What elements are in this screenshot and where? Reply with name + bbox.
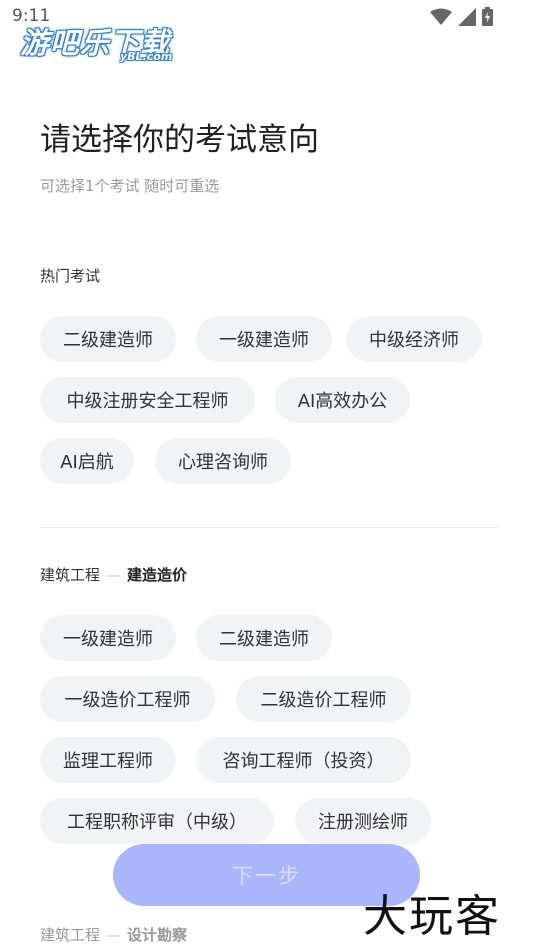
exam-chip-hot-3[interactable]: 中级注册安全工程师 bbox=[40, 377, 255, 423]
section-subcategory: 设计勘察 bbox=[127, 926, 188, 944]
watermark-logo-sub: yBL.com bbox=[120, 50, 173, 63]
exam-chip-hot-4[interactable]: AI高效办公 bbox=[275, 377, 410, 423]
section-category: 建筑工程 bbox=[40, 566, 101, 584]
section-separator: — bbox=[106, 926, 122, 944]
exam-chip-cost-5[interactable]: 咨询工程师（投资） bbox=[196, 737, 411, 783]
status-icons bbox=[430, 7, 493, 26]
exam-chip-cost-2[interactable]: 一级造价工程师 bbox=[40, 676, 215, 722]
exam-chip-cost-6[interactable]: 工程职称评审（中级） bbox=[40, 798, 274, 844]
section-title-hot-label: 热门考试 bbox=[40, 267, 101, 285]
section-divider bbox=[40, 527, 500, 528]
exam-chip-hot-2[interactable]: 中级经济师 bbox=[346, 316, 482, 362]
exam-chip-hot-5[interactable]: AI启航 bbox=[40, 438, 134, 484]
watermark-bottom-text: 大玩客 bbox=[363, 891, 501, 942]
exam-chip-cost-0[interactable]: 一级建造师 bbox=[40, 615, 176, 661]
wifi-icon bbox=[430, 8, 452, 26]
exam-chip-cost-4[interactable]: 监理工程师 bbox=[40, 737, 176, 783]
section-category: 建筑工程 bbox=[40, 926, 101, 944]
section-separator: — bbox=[106, 566, 122, 584]
battery-icon bbox=[482, 7, 493, 26]
section-title-construction-design: 建筑工程 — 设计勘察 bbox=[40, 924, 187, 945]
section-subcategory: 建造造价 bbox=[127, 566, 188, 584]
exam-chip-hot-6[interactable]: 心理咨询师 bbox=[155, 438, 291, 484]
section-title-construction-cost: 建筑工程 — 建造造价 bbox=[40, 564, 187, 585]
site-watermark-logo: 游吧乐下载 yBL.com bbox=[20, 20, 190, 68]
exam-chip-cost-7[interactable]: 注册测绘师 bbox=[295, 798, 431, 844]
page-subtitle: 可选择1个考试 随时可重选 bbox=[40, 177, 220, 195]
signal-icon bbox=[458, 7, 476, 26]
section-title-hot: 热门考试 bbox=[40, 265, 100, 286]
exam-chip-hot-1[interactable]: 一级建造师 bbox=[196, 316, 332, 362]
exam-chip-hot-0[interactable]: 二级建造师 bbox=[40, 316, 176, 362]
exam-chip-cost-1[interactable]: 二级建造师 bbox=[196, 615, 332, 661]
page-title: 请选择你的考试意向 bbox=[40, 122, 319, 158]
exam-chip-cost-3[interactable]: 二级造价工程师 bbox=[236, 676, 411, 722]
